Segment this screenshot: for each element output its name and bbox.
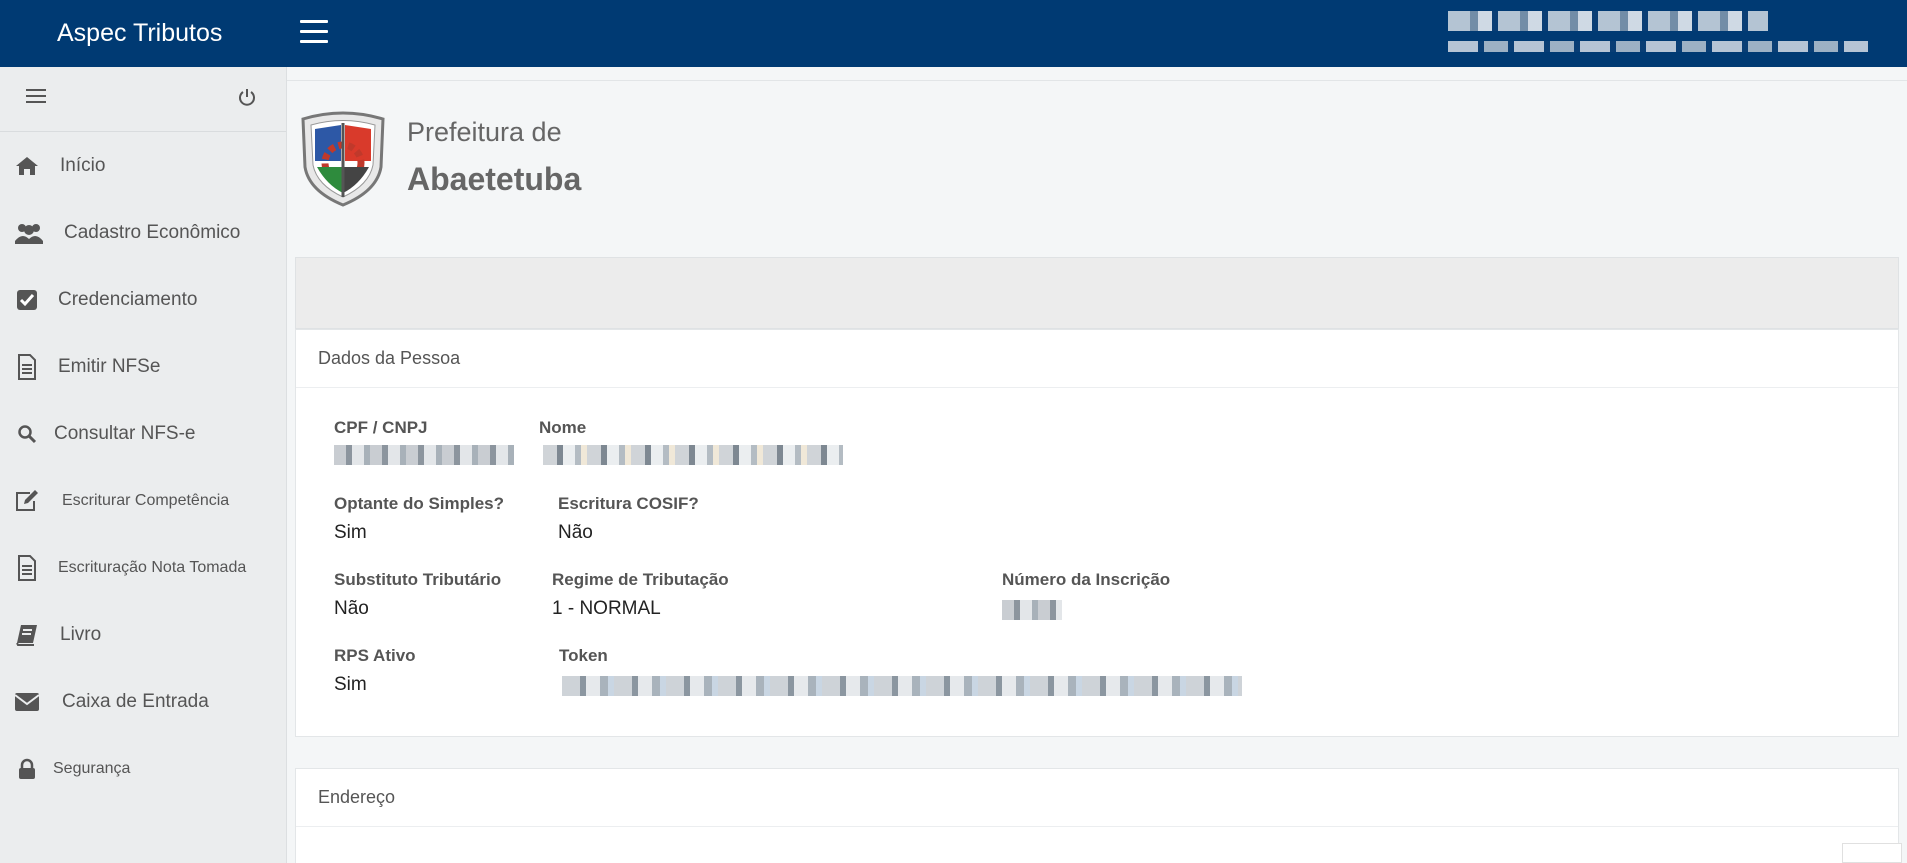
sidebar-item-cadastro-economico[interactable]: Cadastro Econômico xyxy=(0,199,286,266)
rps-label: RPS Ativo xyxy=(334,646,416,665)
cosif-value: Não xyxy=(558,522,593,543)
regime-label: Regime de Tributação xyxy=(552,570,729,589)
substituto-value: Não xyxy=(334,598,369,619)
address-panel-title: Endereço xyxy=(296,769,1898,827)
book-icon xyxy=(14,622,40,648)
list-menu-icon[interactable] xyxy=(26,89,46,105)
cpf-cnpj-label: CPF / CNPJ xyxy=(334,418,428,437)
nome-label: Nome xyxy=(539,418,587,437)
users-icon xyxy=(14,220,44,246)
inscricao-label: Número da Inscrição xyxy=(1002,570,1171,589)
sidebar-item-label: Escrituração Nota Tomada xyxy=(58,558,247,576)
prefeitura-logo xyxy=(297,111,389,207)
nome-value-redacted xyxy=(543,445,843,465)
hamburger-menu-icon[interactable] xyxy=(300,20,328,44)
search-icon xyxy=(14,421,40,447)
home-icon xyxy=(14,153,40,179)
rps-value: Sim xyxy=(334,674,367,695)
person-panel: Dados da Pessoa CPF / CNPJ Nome Optante … xyxy=(295,329,1899,737)
sidebar-item-label: Consultar NFS-e xyxy=(54,422,196,444)
top-bar: Aspec Tributos xyxy=(0,0,1907,67)
cpf-cnpj-value-redacted xyxy=(334,445,514,465)
sidebar-item-label: Credenciamento xyxy=(58,288,198,310)
app-title[interactable]: Aspec Tributos xyxy=(57,19,222,48)
document-icon xyxy=(14,554,40,581)
sidebar-item-consultar-nfse[interactable]: Consultar NFS-e xyxy=(0,400,286,467)
sidebar-item-emitir-nfse[interactable]: Emitir NFSe xyxy=(0,333,286,400)
sidebar-item-label: Caixa de Entrada xyxy=(62,690,209,712)
corner-widget[interactable] xyxy=(1842,843,1902,863)
sidebar-item-label: Livro xyxy=(60,623,102,645)
sidebar-item-label: Emitir NFSe xyxy=(58,355,161,377)
check-square-icon xyxy=(14,287,40,313)
edit-icon xyxy=(14,488,40,514)
toolbar-band xyxy=(295,257,1899,329)
sidebar-item-escriturar-competencia[interactable]: Escriturar Competência xyxy=(0,467,286,534)
sidebar-item-caixa-de-entrada[interactable]: Caixa de Entrada xyxy=(0,668,286,735)
person-panel-title: Dados da Pessoa xyxy=(296,330,1898,388)
document-icon xyxy=(14,353,40,380)
optante-value: Sim xyxy=(334,522,367,543)
sidebar-item-credenciamento[interactable]: Credenciamento xyxy=(0,266,286,333)
address-panel: Endereço xyxy=(295,768,1899,863)
cosif-label: Escritura COSIF? xyxy=(558,494,699,513)
sidebar-item-label: Segurança xyxy=(53,759,131,777)
prefeitura-label: Prefeitura de xyxy=(407,117,562,147)
sidebar-item-seguranca[interactable]: Segurança xyxy=(0,735,286,802)
power-icon[interactable] xyxy=(237,87,257,107)
envelope-icon xyxy=(14,689,40,715)
token-label: Token xyxy=(559,646,608,665)
substituto-label: Substituto Tributário xyxy=(334,570,502,589)
sidebar: Início Cadastro Econômico Credenciamento… xyxy=(0,67,287,863)
lock-icon xyxy=(14,756,40,782)
user-info-redacted xyxy=(1448,41,1868,52)
optante-label: Optante do Simples? xyxy=(334,494,505,513)
inscricao-value-redacted xyxy=(1002,600,1062,620)
sidebar-item-label: Início xyxy=(60,154,106,176)
sidebar-item-livro[interactable]: Livro xyxy=(0,601,286,668)
sidebar-tools xyxy=(0,67,286,132)
divider xyxy=(287,80,1907,81)
sidebar-item-label: Escriturar Competência xyxy=(62,491,230,509)
regime-value: 1 - NORMAL xyxy=(552,598,661,619)
sidebar-item-escrituracao-nota-tomada[interactable]: Escrituração Nota Tomada xyxy=(0,534,286,601)
sidebar-item-label: Cadastro Econômico xyxy=(64,221,241,243)
token-value-redacted xyxy=(562,676,1242,696)
prefeitura-city: Abaetetuba xyxy=(407,161,582,197)
user-name-redacted xyxy=(1448,11,1768,31)
main-content: Prefeitura de Abaetetuba Dados da Pessoa… xyxy=(287,67,1907,863)
sidebar-item-inicio[interactable]: Início xyxy=(0,132,286,199)
